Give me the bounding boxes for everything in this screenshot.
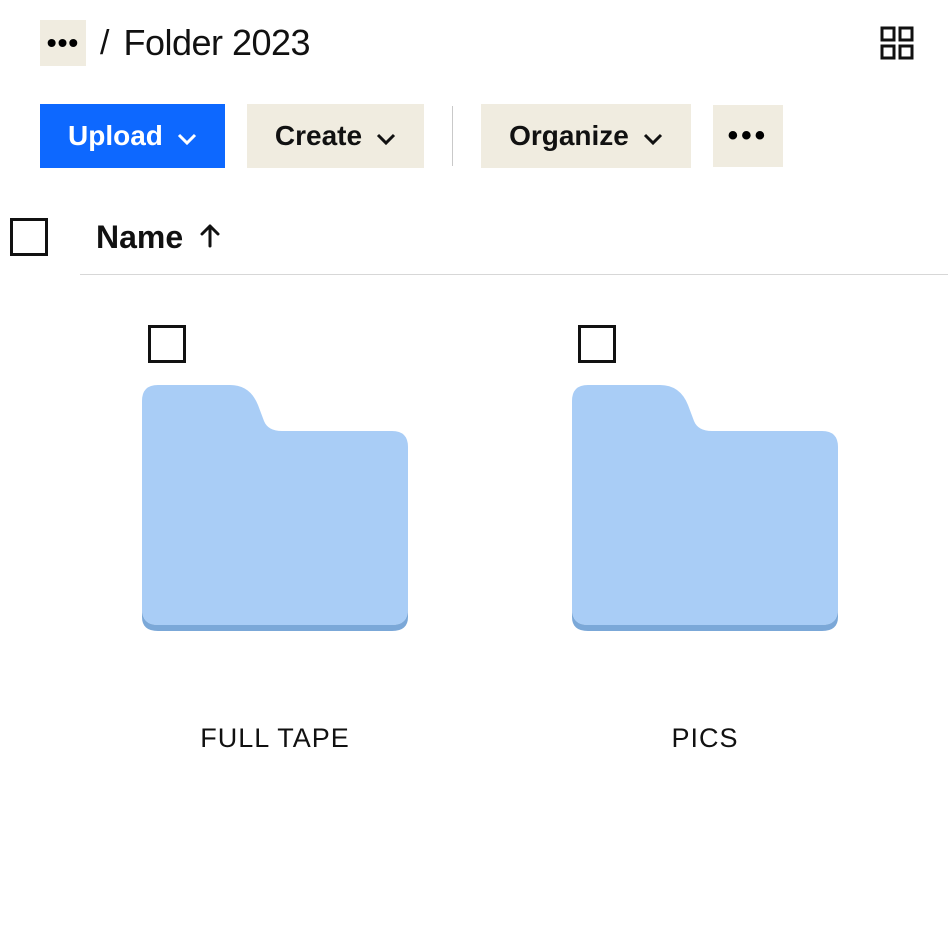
folder-icon: [130, 373, 420, 633]
breadcrumb-more-button[interactable]: •••: [40, 20, 86, 66]
folder-item[interactable]: PICS: [560, 325, 850, 754]
grid-view-button[interactable]: [876, 22, 918, 64]
grid-icon: [880, 26, 914, 60]
sort-asc-icon: [199, 219, 221, 256]
folder-icon: [560, 373, 850, 633]
folder-label: PICS: [671, 723, 738, 754]
select-all-checkbox[interactable]: [10, 218, 48, 256]
column-header-name[interactable]: Name: [96, 219, 221, 256]
chevron-down-icon: [643, 120, 663, 152]
organize-button[interactable]: Organize: [481, 104, 691, 168]
chevron-down-icon: [177, 120, 197, 152]
file-grid: FULL TAPE PICS: [0, 275, 948, 754]
folder-item[interactable]: FULL TAPE: [130, 325, 420, 754]
item-checkbox[interactable]: [578, 325, 616, 363]
upload-button[interactable]: Upload: [40, 104, 225, 168]
toolbar-more-button[interactable]: •••: [713, 105, 783, 167]
column-name-label: Name: [96, 219, 183, 256]
breadcrumb-separator: /: [100, 24, 109, 63]
chevron-down-icon: [376, 120, 396, 152]
create-button[interactable]: Create: [247, 104, 424, 168]
create-label: Create: [275, 120, 362, 152]
toolbar: Upload Create Organize •••: [0, 76, 948, 198]
folder-label: FULL TAPE: [200, 723, 350, 754]
list-header: Name: [0, 198, 948, 274]
upload-label: Upload: [68, 120, 163, 152]
organize-label: Organize: [509, 120, 629, 152]
breadcrumb-current[interactable]: Folder 2023: [123, 22, 310, 64]
toolbar-divider: [452, 106, 453, 166]
breadcrumb: ••• / Folder 2023: [40, 20, 310, 66]
item-checkbox[interactable]: [148, 325, 186, 363]
